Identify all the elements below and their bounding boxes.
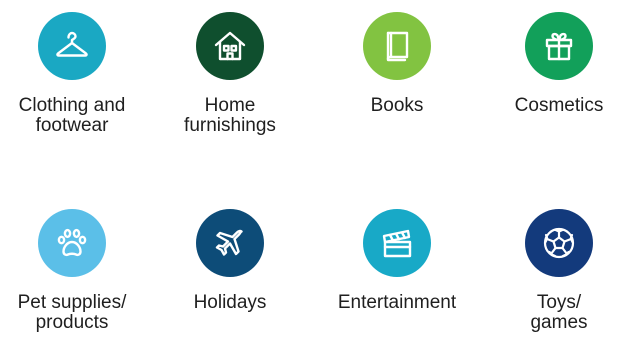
category-label-line1: Pet supplies/ <box>17 292 127 313</box>
category-icon-circle <box>525 12 593 80</box>
category-label-line1: Toys/ <box>536 292 582 313</box>
gift-icon <box>545 32 573 61</box>
category-icon-circle <box>525 209 593 277</box>
category-home-furnishings[interactable]: Home furnishings <box>155 12 305 152</box>
category-icon-circle <box>363 209 431 277</box>
book-icon <box>386 31 409 62</box>
category-label: Books <box>322 96 472 116</box>
category-pet-supplies-products[interactable]: Pet supplies/ products <box>0 209 147 349</box>
category-entertainment[interactable]: Entertainment <box>322 209 472 349</box>
category-icon-circle <box>196 209 264 277</box>
category-icon-circle <box>38 209 106 277</box>
category-label-line1: Books <box>370 95 424 116</box>
category-label-line2: footwear <box>35 115 109 136</box>
hanger-icon <box>56 31 88 57</box>
category-toys-games[interactable]: Toys/ games <box>484 209 630 349</box>
category-cosmetics[interactable]: Cosmetics <box>484 12 630 152</box>
category-clothing-and-footwear[interactable]: Clothing and footwear <box>0 12 147 152</box>
category-label-line2: games <box>530 312 588 333</box>
category-label: Entertainment <box>322 293 472 313</box>
category-label-line2: products <box>35 312 109 333</box>
clapperboard-icon <box>382 229 412 258</box>
category-label-line1: Holidays <box>193 292 267 313</box>
category-holidays[interactable]: Holidays <box>155 209 305 349</box>
category-icon-circle <box>363 12 431 80</box>
category-label-line1: Clothing and <box>18 95 126 116</box>
paw-icon <box>57 228 87 257</box>
category-label-line1: Home <box>204 95 256 116</box>
category-grid: Clothing and footwear Home furnishings B… <box>0 0 630 358</box>
category-label: Holidays <box>155 293 305 313</box>
soccer-ball-icon <box>543 227 575 259</box>
house-icon <box>214 31 246 61</box>
category-label: Pet supplies/ products <box>0 293 147 333</box>
category-label: Toys/ games <box>484 293 630 333</box>
category-books[interactable]: Books <box>322 12 472 152</box>
category-label-line1: Cosmetics <box>514 95 604 116</box>
airplane-icon <box>215 229 243 256</box>
category-icon-circle <box>196 12 264 80</box>
category-label: Clothing and footwear <box>0 96 147 136</box>
category-icon-circle <box>38 12 106 80</box>
category-label-line2: furnishings <box>184 115 276 136</box>
category-label: Home furnishings <box>155 96 305 136</box>
category-label-line1: Entertainment <box>337 292 457 313</box>
category-label: Cosmetics <box>484 96 630 116</box>
